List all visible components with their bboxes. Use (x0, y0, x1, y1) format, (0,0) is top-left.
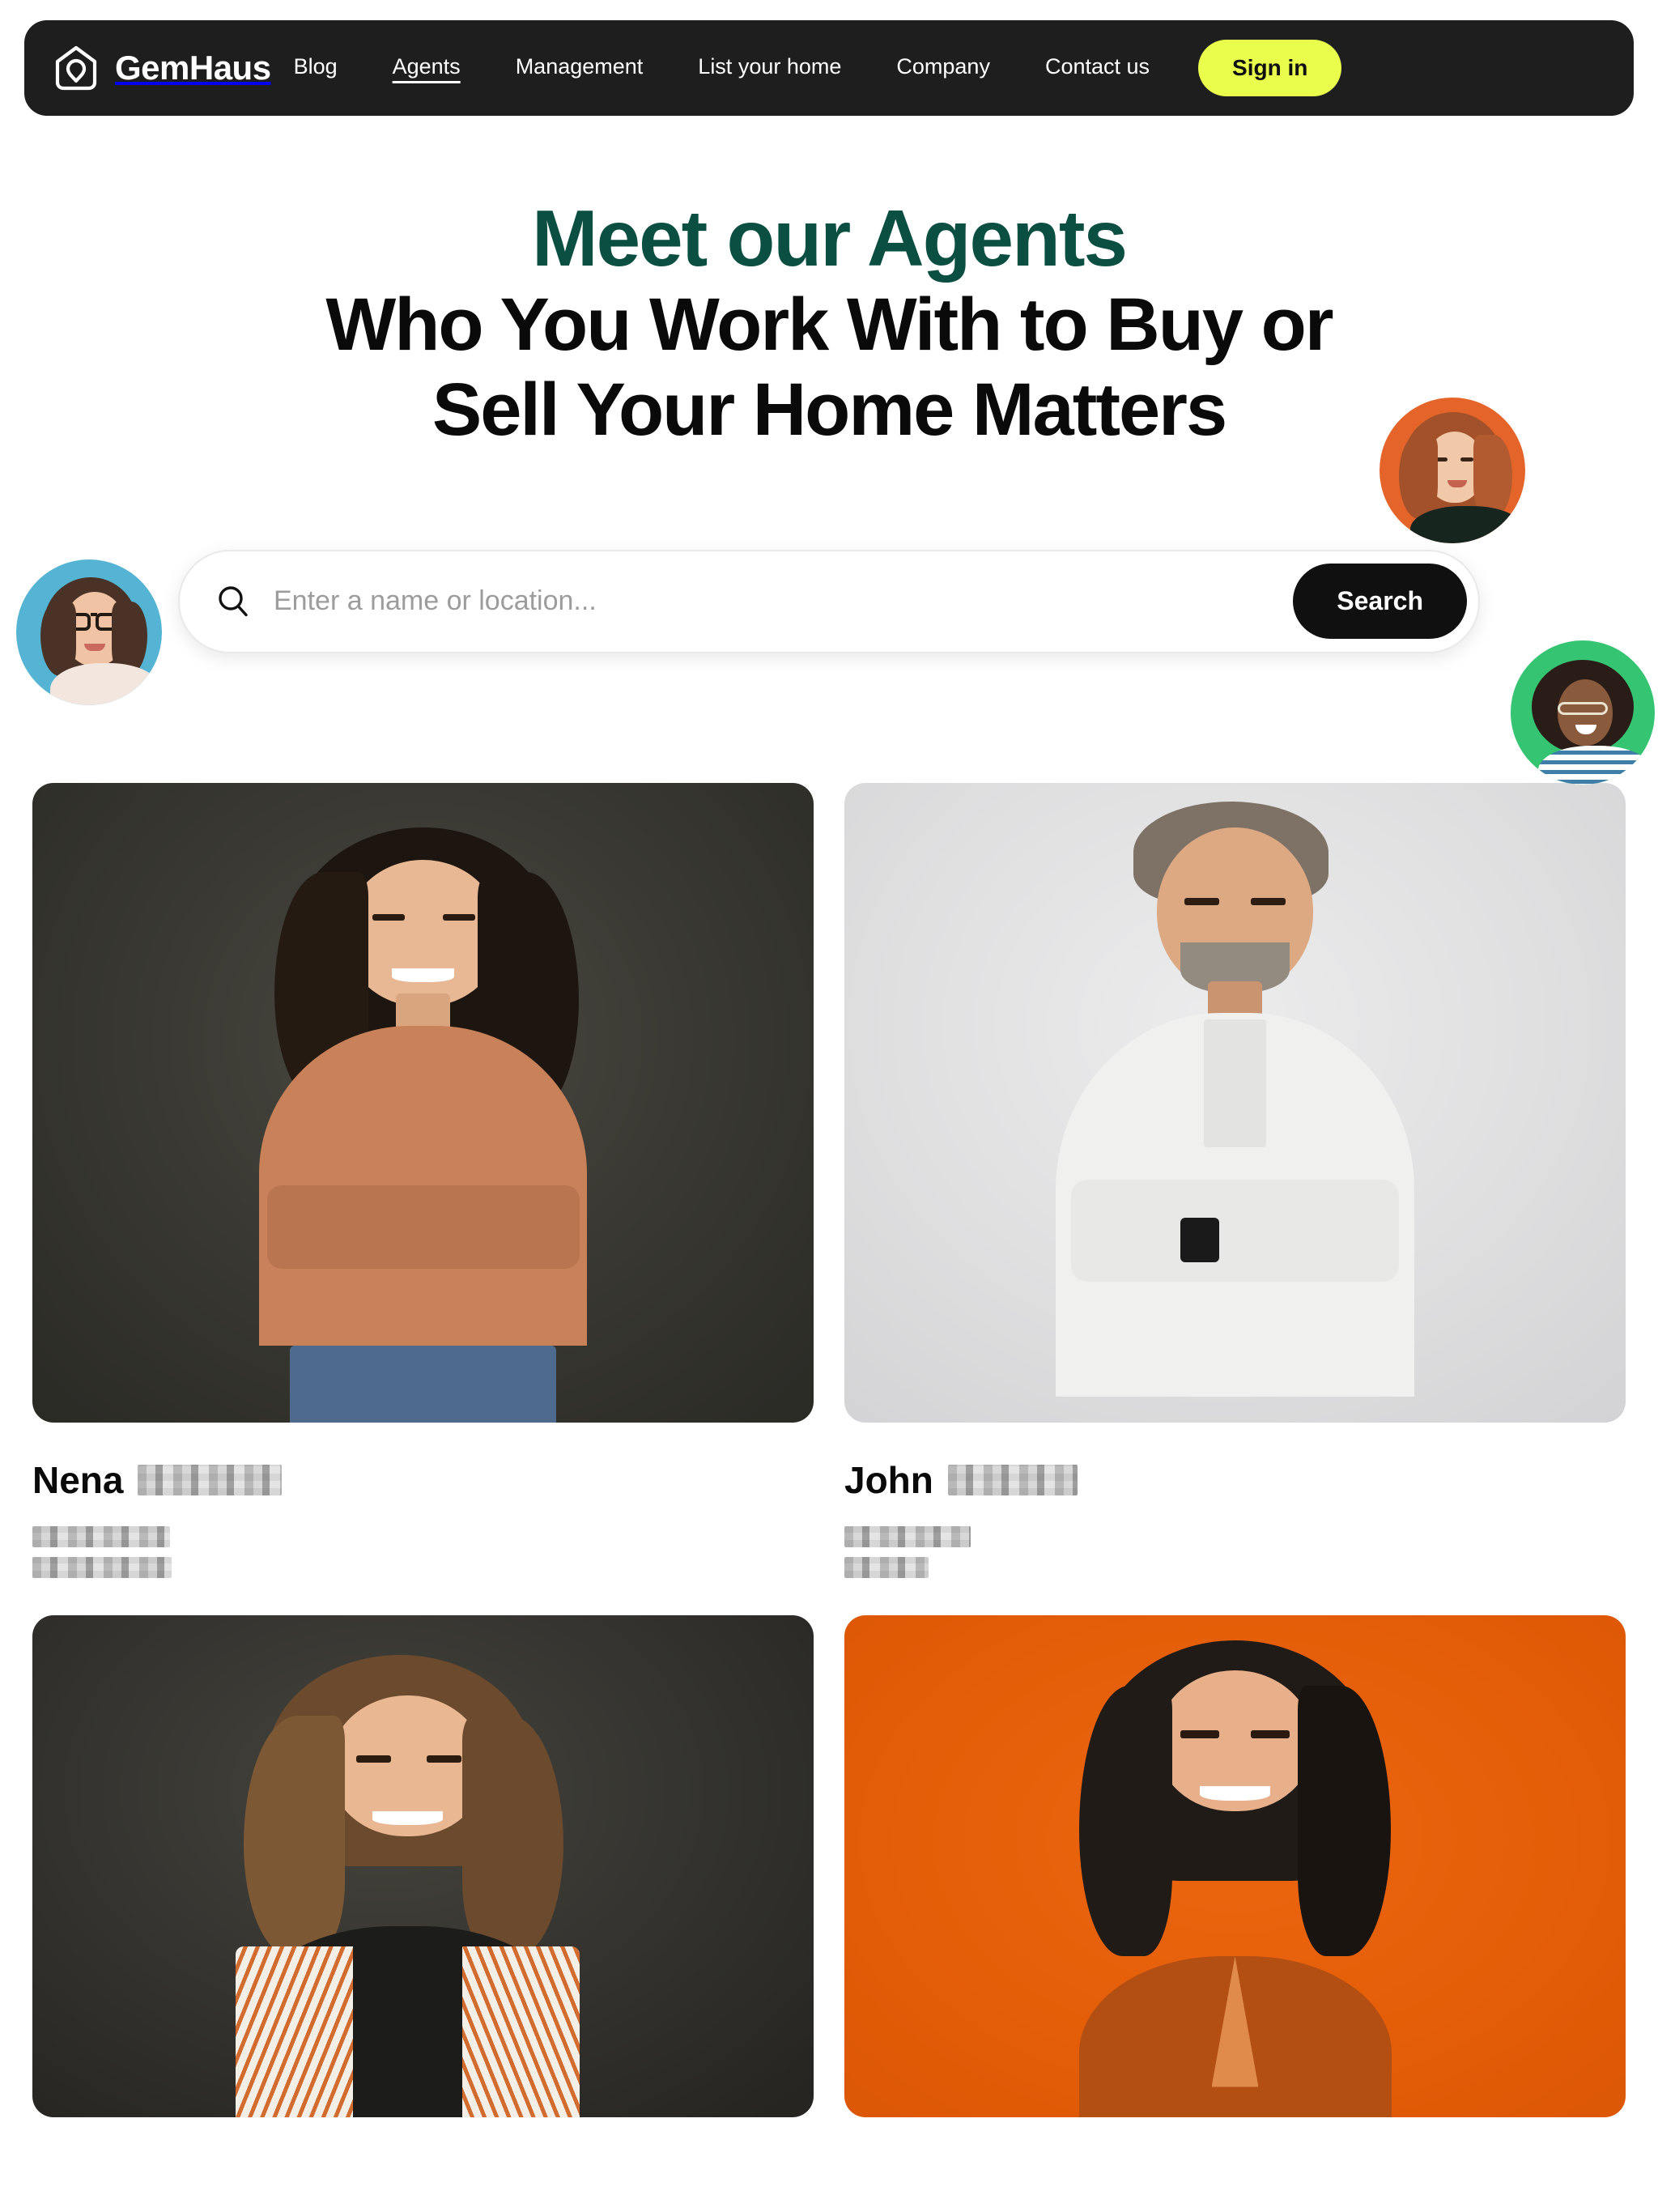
agent-first-name: John (844, 1458, 933, 1501)
sign-in-button[interactable]: Sign in (1198, 40, 1342, 96)
page-title: Who You Work With to Buy or Sell Your Ho… (325, 283, 1333, 451)
nav-link-list-your-home[interactable]: List your home (698, 54, 841, 83)
main-navbar: GemHaus Blog Agents Management List your… (24, 20, 1634, 116)
agent-meta-line-redacted (32, 1525, 170, 1547)
house-gem-logo-icon (52, 44, 100, 92)
agent-name: John (844, 1458, 1626, 1502)
nav-link-blog[interactable]: Blog (294, 54, 338, 83)
brand-logo-link[interactable]: GemHaus (52, 44, 271, 92)
nav-link-contact-us[interactable]: Contact us (1045, 54, 1150, 83)
nav-links-group: Blog Agents Management List your home Co… (294, 40, 1609, 96)
hero-eyebrow-text: Meet our Agents (531, 194, 1128, 283)
agent-photo-woman-dark-background[interactable] (32, 782, 814, 1423)
agent-last-name-redacted (138, 1464, 283, 1495)
agent-photo-man-light-background[interactable] (844, 782, 1626, 1423)
agent-card[interactable]: John (844, 782, 1626, 1578)
agents-grid-row-2 (0, 1614, 1658, 2117)
agent-search-bar: Search (178, 549, 1480, 653)
search-input[interactable] (274, 585, 1294, 618)
agent-meta (32, 1525, 814, 1578)
agent-photo-woman-orange-background[interactable] (844, 1614, 1626, 2117)
agent-first-name: Nena (32, 1458, 124, 1501)
hero-section: Meet our Agents Who You Work With to Buy… (0, 116, 1658, 785)
agent-card[interactable] (844, 1614, 1626, 2117)
brand-name-text: GemHaus (115, 49, 271, 87)
hero-heading-block: Meet our Agents Who You Work With to Buy… (0, 198, 1658, 453)
search-zone: Search (0, 549, 1658, 653)
nav-link-company[interactable]: Company (896, 54, 990, 83)
search-button[interactable]: Search (1293, 564, 1467, 640)
nav-link-management[interactable]: Management (516, 54, 644, 83)
agents-grid: Nena John (0, 782, 1658, 1578)
agent-meta (844, 1525, 1626, 1578)
avatar-woman-afro-green (1511, 640, 1655, 785)
avatar-woman-glasses-blue (16, 559, 162, 705)
agent-last-name-redacted (947, 1464, 1078, 1495)
nav-link-agents[interactable]: Agents (393, 54, 461, 83)
agent-meta-line-redacted (844, 1525, 971, 1547)
search-icon (215, 584, 251, 619)
agent-meta-line-redacted (844, 1556, 929, 1578)
agent-card[interactable] (32, 1614, 814, 2117)
agent-meta-line-redacted (32, 1556, 172, 1578)
agent-card[interactable]: Nena (32, 782, 814, 1578)
agent-name: Nena (32, 1458, 814, 1502)
agent-photo-woman-dark-background-2[interactable] (32, 1614, 814, 2117)
navbar-container: GemHaus Blog Agents Management List your… (0, 0, 1658, 116)
